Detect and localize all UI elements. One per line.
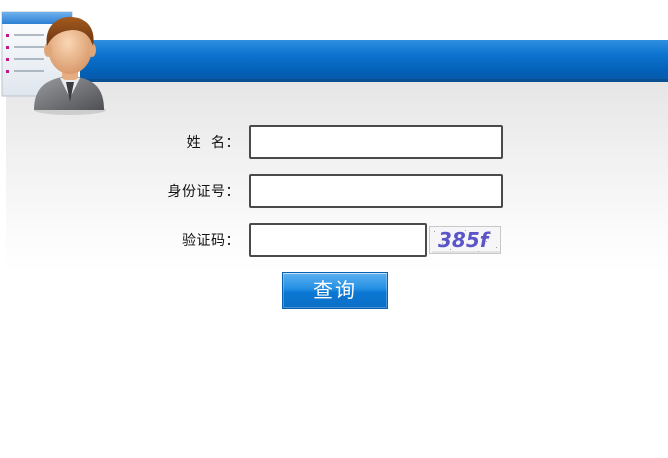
id-number-label: 身份证号： bbox=[167, 184, 240, 200]
query-button[interactable]: 查询 bbox=[282, 272, 388, 309]
header-band bbox=[80, 40, 668, 82]
id-number-input[interactable] bbox=[249, 174, 503, 208]
user-profile-icon bbox=[1, 11, 106, 115]
name-row: 姓 名： bbox=[0, 125, 668, 161]
captcha-row: 验证码： 385f bbox=[0, 223, 668, 259]
name-input[interactable] bbox=[249, 125, 503, 159]
name-label: 姓 名： bbox=[186, 135, 240, 151]
captcha-image[interactable]: 385f bbox=[429, 226, 501, 254]
query-page: 姓 名： 身份证号： 验证码： 385f 查询 bbox=[0, 0, 668, 458]
captcha-input[interactable] bbox=[249, 223, 427, 257]
id-number-row: 身份证号： bbox=[0, 174, 668, 210]
captcha-text: 385f bbox=[438, 228, 489, 252]
captcha-label: 验证码： bbox=[182, 233, 240, 249]
query-button-label: 查询 bbox=[313, 278, 357, 302]
